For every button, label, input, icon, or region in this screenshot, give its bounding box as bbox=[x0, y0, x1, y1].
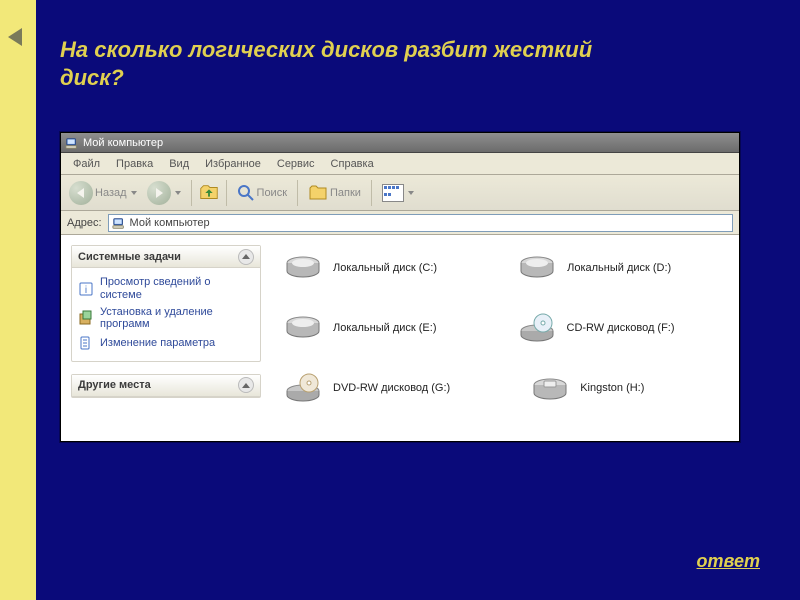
svg-text:i: i bbox=[85, 285, 87, 296]
back-icon bbox=[69, 181, 93, 205]
info-icon: i bbox=[78, 281, 94, 297]
drives-area: Локальный диск (C:) Локальный диск (D:) … bbox=[271, 235, 739, 441]
chevron-up-icon bbox=[242, 254, 250, 259]
menu-file[interactable]: Файл bbox=[65, 158, 108, 170]
search-icon bbox=[237, 184, 255, 202]
menu-favorites[interactable]: Избранное bbox=[197, 158, 269, 170]
search-button[interactable]: Поиск bbox=[233, 182, 291, 204]
menu-view[interactable]: Вид bbox=[161, 158, 197, 170]
task-change-setting[interactable]: Изменение параметра bbox=[78, 333, 254, 353]
forward-icon bbox=[147, 181, 171, 205]
drive-d[interactable]: Локальный диск (D:) bbox=[517, 253, 671, 283]
drive-g[interactable]: DVD-RW дисковод (G:) bbox=[283, 373, 450, 403]
search-label: Поиск bbox=[257, 187, 287, 199]
toolbar-separator bbox=[371, 180, 372, 206]
drive-f[interactable]: CD-RW дисковод (F:) bbox=[517, 313, 675, 343]
address-bar: Адрес: Мой компьютер bbox=[61, 211, 739, 235]
dvd-drive-icon bbox=[283, 373, 323, 403]
side-tasks-pane: Системные задачи i Просмотр сведений о с… bbox=[61, 235, 271, 441]
back-button[interactable]: Назад bbox=[65, 179, 141, 207]
menu-help[interactable]: Справка bbox=[323, 158, 382, 170]
drive-h[interactable]: Kingston (H:) bbox=[530, 373, 644, 403]
folders-button[interactable]: Папки bbox=[304, 182, 365, 204]
task-label: Изменение параметра bbox=[100, 337, 215, 350]
settings-icon bbox=[78, 335, 94, 351]
other-places-title: Другие места bbox=[78, 379, 151, 391]
back-label: Назад bbox=[95, 187, 127, 199]
system-tasks-title: Системные задачи bbox=[78, 251, 181, 263]
my-computer-icon bbox=[112, 216, 126, 230]
drive-label: Kingston (H:) bbox=[580, 382, 644, 394]
task-label: Установка и удаление программ bbox=[100, 306, 254, 331]
answer-link[interactable]: ответ bbox=[697, 551, 760, 572]
menu-tools[interactable]: Сервис bbox=[269, 158, 323, 170]
system-tasks-panel: Системные задачи i Просмотр сведений о с… bbox=[71, 245, 261, 362]
address-label: Адрес: bbox=[67, 217, 102, 229]
collapse-button[interactable] bbox=[238, 249, 254, 265]
address-field[interactable]: Мой компьютер bbox=[108, 214, 733, 232]
drive-c[interactable]: Локальный диск (C:) bbox=[283, 253, 437, 283]
cd-drive-icon bbox=[517, 313, 557, 343]
folders-label: Папки bbox=[330, 187, 361, 199]
drive-label: DVD-RW дисковод (G:) bbox=[333, 382, 450, 394]
hdd-icon bbox=[283, 253, 323, 283]
toolbar-separator bbox=[191, 180, 192, 206]
chevron-down-icon bbox=[131, 191, 137, 195]
drive-e[interactable]: Локальный диск (E:) bbox=[283, 313, 437, 343]
removable-drive-icon bbox=[530, 373, 570, 403]
chevron-down-icon bbox=[175, 191, 181, 195]
task-system-info[interactable]: i Просмотр сведений о системе bbox=[78, 274, 254, 303]
chevron-down-icon bbox=[408, 191, 414, 195]
hdd-icon bbox=[283, 313, 323, 343]
window-titlebar: Мой компьютер bbox=[61, 133, 739, 153]
folders-icon bbox=[308, 184, 328, 202]
window-title: Мой компьютер bbox=[83, 137, 163, 149]
menu-edit[interactable]: Правка bbox=[108, 158, 161, 170]
question-text: На сколько логических дисков разбит жест… bbox=[60, 36, 620, 92]
drive-label: Локальный диск (C:) bbox=[333, 262, 437, 274]
navigation-toolbar: Назад Поиск bbox=[61, 175, 739, 211]
hdd-icon bbox=[517, 253, 557, 283]
drive-label: Локальный диск (D:) bbox=[567, 262, 671, 274]
forward-button[interactable] bbox=[143, 179, 185, 207]
up-folder-button[interactable] bbox=[198, 182, 220, 204]
slide-side-strip bbox=[0, 0, 36, 600]
menu-bar: Файл Правка Вид Избранное Сервис Справка bbox=[61, 153, 739, 175]
collapse-button[interactable] bbox=[238, 377, 254, 393]
other-places-panel: Другие места bbox=[71, 374, 261, 398]
chevron-up-icon bbox=[242, 383, 250, 388]
views-icon bbox=[382, 184, 404, 202]
drive-label: CD-RW дисковод (F:) bbox=[567, 322, 675, 334]
task-label: Просмотр сведений о системе bbox=[100, 276, 254, 301]
my-computer-icon bbox=[65, 136, 79, 150]
toolbar-separator bbox=[226, 180, 227, 206]
programs-icon bbox=[78, 310, 94, 326]
drive-label: Локальный диск (E:) bbox=[333, 322, 437, 334]
address-value: Мой компьютер bbox=[130, 217, 210, 229]
explorer-window: Мой компьютер Файл Правка Вид Избранное … bbox=[60, 132, 740, 442]
task-add-remove-programs[interactable]: Установка и удаление программ bbox=[78, 304, 254, 333]
previous-slide-arrow-icon[interactable] bbox=[8, 28, 22, 46]
views-button[interactable] bbox=[378, 182, 418, 204]
toolbar-separator bbox=[297, 180, 298, 206]
